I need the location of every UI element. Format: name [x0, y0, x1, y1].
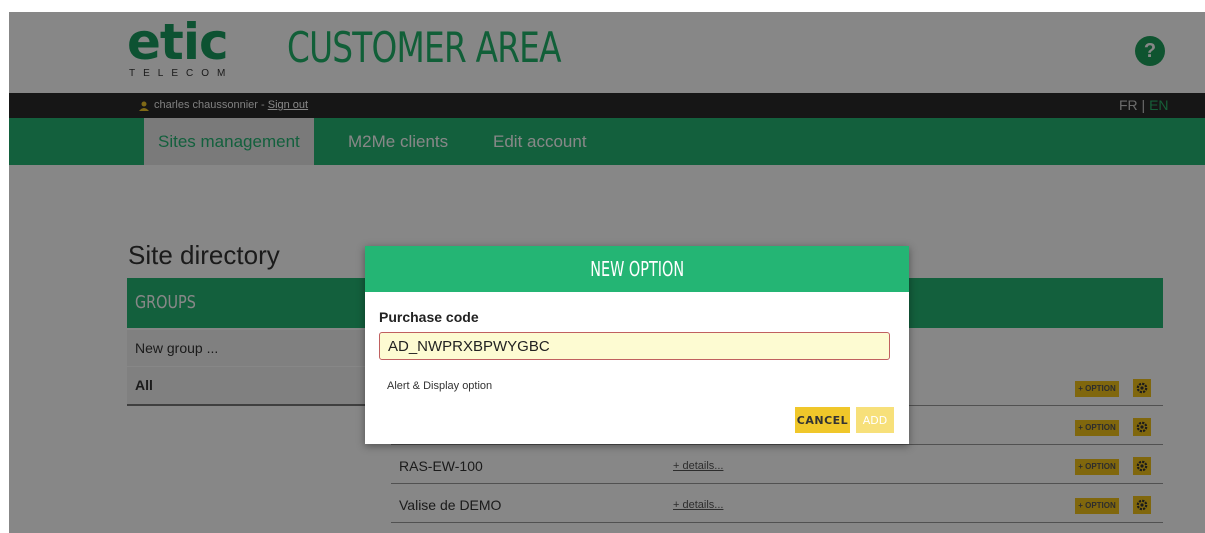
- dialog-title-text: NEW OPTION: [590, 257, 684, 281]
- purchase-code-input[interactable]: [379, 332, 890, 360]
- add-button[interactable]: ADD: [856, 407, 894, 433]
- customer-area-page: etic TELECOM CUSTOMER AREA ? charles cha…: [9, 12, 1205, 533]
- dialog-header: NEW OPTION: [365, 246, 909, 292]
- dialog-title: NEW OPTION: [365, 246, 909, 292]
- purchase-code-label: Purchase code: [379, 309, 479, 325]
- option-description: Alert & Display option: [387, 380, 493, 392]
- cancel-button[interactable]: CANCEL: [795, 407, 850, 433]
- new-option-dialog: NEW OPTION Purchase code Alert & Display…: [365, 246, 909, 444]
